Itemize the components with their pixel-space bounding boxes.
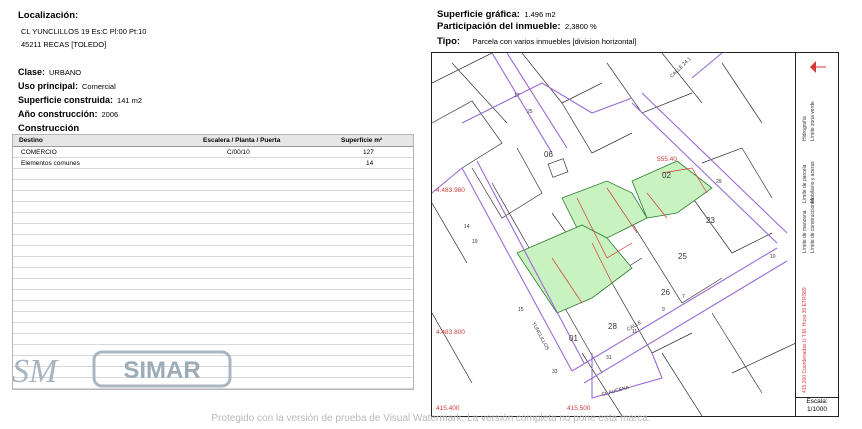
- table-ruling-line: [13, 234, 413, 235]
- street-label: CALLE 24.1: [669, 56, 692, 79]
- table-ruling-line: [13, 179, 413, 180]
- coord-label: 415.400: [436, 405, 460, 412]
- coord-label: 415.500: [567, 405, 591, 412]
- parcel-number: 26: [661, 288, 670, 297]
- parcel-number: 01: [569, 334, 578, 343]
- legend-item: Hidrografía: [802, 116, 808, 141]
- table-ruling-line: [13, 201, 413, 202]
- table-ruling-line: [13, 212, 413, 213]
- address-line-1: CL YUNCLILLOS 19 Es:C Pl:00 Pt:10: [21, 27, 147, 36]
- parcel-number: 28: [608, 322, 617, 331]
- logo-text: SIMAR: [123, 357, 200, 384]
- street-number: 17: [514, 93, 520, 99]
- construccion-title: Construcción: [18, 123, 80, 134]
- street-number: 9: [662, 307, 665, 313]
- header-superficie: Superficie m²: [341, 137, 383, 144]
- parcel-number: 23: [706, 216, 715, 225]
- legend-item: Límite zona verde: [810, 101, 816, 141]
- table-row: COMERCIO C/00/10 127: [13, 147, 413, 157]
- header-escalera: Escalera / Planta / Puerta: [203, 137, 281, 144]
- table-ruling-line: [13, 278, 413, 279]
- parcel-number: 06: [544, 150, 553, 159]
- table-ruling-line: [13, 168, 413, 169]
- table-ruling-line: [13, 256, 413, 257]
- street-label: CL AUCENA: [601, 385, 630, 398]
- street-number: 7: [682, 294, 685, 300]
- table-ruling-line: [13, 267, 413, 268]
- superficie-construida-value: 141 m2: [117, 96, 143, 105]
- map-legend: Hidrografía Límite zona verde Límite de …: [795, 53, 837, 397]
- street-number: 31: [606, 355, 612, 361]
- table-ruling-line: [13, 300, 413, 301]
- header-destino: Destino: [19, 137, 43, 144]
- table-row: Elementos comunes 14: [13, 158, 413, 168]
- tipo-row: Tipo: Parcela con varios inmuebles [divi…: [437, 31, 636, 49]
- tipo-value: Parcela con varios inmuebles [division h…: [472, 37, 637, 46]
- participacion-value: 2,3800 %: [564, 22, 597, 31]
- cell-destino: Elementos comunes: [21, 160, 80, 167]
- parcel-number: 02: [662, 171, 671, 180]
- escala-label: Escala:: [806, 398, 828, 405]
- legend-coordinates: 415.200 Coordenadas U.T.M. Huso 30 ETRS8…: [802, 287, 808, 393]
- street-number: 29: [716, 179, 722, 185]
- street-number: 19: [472, 239, 478, 245]
- map-drawing: 06 02 23 25 26 28 01 4.483.960 4.483.800…: [432, 53, 797, 416]
- table-ruling-line: [13, 190, 413, 191]
- logo-mark: SM: [12, 353, 59, 390]
- table-ruling-line: [13, 245, 413, 246]
- cell-escalera: C/00/10: [227, 149, 250, 156]
- street-number: 11: [632, 329, 637, 335]
- table-ruling-line: [13, 333, 413, 334]
- legend-item: Límite de parcela: [802, 164, 808, 203]
- tipo-label: Tipo:: [437, 36, 461, 47]
- street-number: 33: [552, 369, 558, 375]
- table-ruling-line: [13, 322, 413, 323]
- parcel-number: 25: [678, 252, 687, 261]
- table-ruling-line: [13, 223, 413, 224]
- legend-item: Límite de construcciones: [810, 197, 816, 253]
- table-ruling-line: [13, 289, 413, 290]
- coord-label: 4.483.960: [436, 187, 465, 194]
- simar-logo: SM SIMAR: [10, 344, 238, 396]
- legend-item: Límite de manzana: [802, 210, 808, 253]
- coord-label: 4.483.800: [436, 329, 465, 336]
- table-ruling-line: [13, 157, 413, 158]
- street-number: 14: [464, 224, 470, 230]
- table-header: Destino Escalera / Planta / Puerta Super…: [13, 135, 413, 147]
- coord-label: 555.40: [657, 156, 677, 163]
- anio-label: Año construcción:: [18, 109, 98, 119]
- north-arrow-icon: [810, 61, 826, 73]
- anio-value: 2006: [101, 110, 119, 119]
- street-number: 10: [770, 254, 776, 260]
- cell-superficie: 14: [366, 160, 374, 167]
- table-ruling-line: [13, 311, 413, 312]
- cell-destino: COMERCIO: [21, 149, 57, 156]
- street-number: 15: [518, 307, 524, 313]
- localizacion-label: Localización:: [18, 10, 79, 21]
- cadastral-map: 06 02 23 25 26 28 01 4.483.960 4.483.800…: [431, 52, 839, 417]
- cell-superficie: 127: [363, 149, 374, 156]
- street-number: 25: [527, 109, 533, 115]
- anio-row: Año construcción: 2006: [18, 104, 118, 122]
- address-line-2: 45211 RECAS [TOLEDO]: [21, 40, 107, 49]
- watermark-text: Protegido con la versión de prueba de Vi…: [211, 413, 651, 424]
